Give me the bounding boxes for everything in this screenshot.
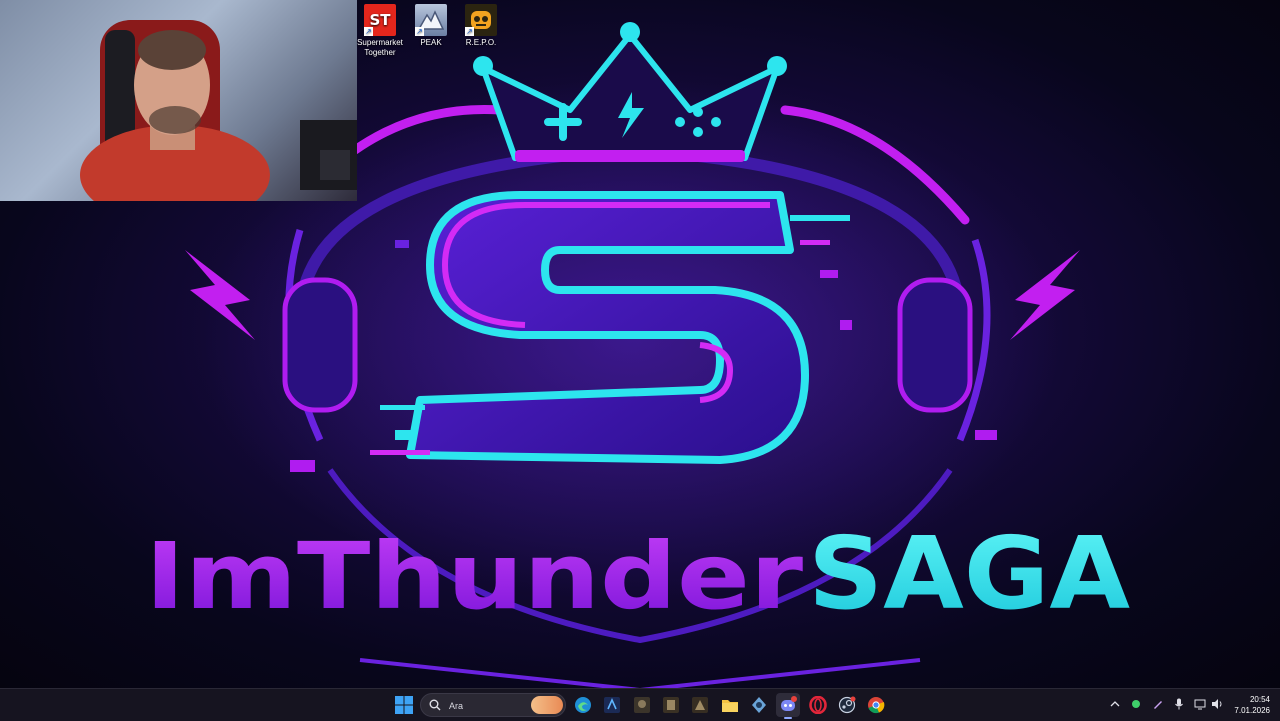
taskbar-app-game-3[interactable] <box>688 693 712 717</box>
settings-app-icon <box>752 697 766 713</box>
start-button[interactable] <box>392 693 416 717</box>
file-explorer-icon <box>722 700 738 712</box>
wallpaper-name-part1: ImThunder <box>145 523 804 630</box>
microphone-icon <box>1175 698 1183 710</box>
taskbar-app-file-explorer[interactable] <box>718 693 742 717</box>
taskbar: 20:54 7.01.2026 <box>0 688 1280 721</box>
webcam-overlay <box>0 0 357 201</box>
desktop-icon-label: PEAK <box>420 38 442 47</box>
chevron-up-icon <box>1110 701 1120 707</box>
shortcut-arrow-icon: ↗ <box>364 27 373 36</box>
crown <box>473 22 787 162</box>
desktop: ImThunder SAGA ST ↗ Supermarket Together… <box>0 0 1280 688</box>
taskbar-app-edge[interactable] <box>571 693 595 717</box>
clock-time: 20:54 <box>1249 695 1270 704</box>
pen-icon <box>1154 701 1162 709</box>
running-indicator <box>784 717 792 719</box>
network-icon <box>1194 699 1206 710</box>
taskbar-app-launcher[interactable] <box>600 693 624 717</box>
taskbar-app-discord[interactable] <box>776 693 800 719</box>
taskbar-app-game-2[interactable] <box>659 693 683 717</box>
desktop-icon-supermarket-together[interactable]: ST ↗ Supermarket Together <box>357 4 403 58</box>
search-icon <box>429 699 441 711</box>
tray-pen[interactable] <box>1151 697 1165 711</box>
edge-icon <box>575 697 591 713</box>
desktop-icon-label: R.E.P.O. <box>465 38 497 47</box>
taskbar-app-chrome[interactable] <box>864 693 888 717</box>
steam-icon <box>838 696 856 714</box>
shortcut-arrow-icon: ↗ <box>465 27 474 36</box>
desktop-icon-label: Together <box>364 48 396 57</box>
tray-network[interactable] <box>1193 697 1207 711</box>
status-dot-icon <box>1132 700 1140 708</box>
desktop-icon-repo[interactable]: ↗ R.E.P.O. <box>458 4 504 48</box>
game-app-icon-1 <box>634 697 650 713</box>
windows-logo-icon <box>395 696 413 714</box>
tray-microphone[interactable] <box>1172 697 1186 711</box>
taskbar-app-steam[interactable] <box>835 693 859 717</box>
repo-app-icon: ↗ <box>465 4 497 36</box>
taskbar-search-input[interactable] <box>447 697 531 715</box>
headphone-left-cup <box>282 277 358 413</box>
shortcut-arrow-icon: ↗ <box>415 27 424 36</box>
taskbar-app-opera[interactable] <box>806 693 830 717</box>
desktop-icon-label: Supermarket <box>357 38 403 47</box>
headphone-right-cup <box>897 277 973 413</box>
clock-date: 7.01.2026 <box>1234 706 1270 715</box>
taskbar-search-box[interactable] <box>420 693 566 717</box>
tray-status[interactable] <box>1129 697 1143 711</box>
opera-icon <box>809 696 827 714</box>
chrome-icon <box>868 697 885 714</box>
game-launcher-icon <box>604 697 620 713</box>
wallpaper-name-part2: SAGA <box>808 515 1130 632</box>
game-app-icon-2 <box>663 697 679 713</box>
discord-icon <box>781 696 797 711</box>
taskbar-app-settings[interactable] <box>747 693 771 717</box>
show-hidden-icons-button[interactable] <box>1108 697 1122 711</box>
peak-app-icon: ↗ <box>415 4 447 36</box>
desktop-icon-peak[interactable]: ↗ PEAK <box>408 4 454 48</box>
supermarket-together-app-icon: ST ↗ <box>364 4 396 36</box>
taskbar-app-game-1[interactable] <box>630 693 654 717</box>
game-app-icon-3 <box>692 697 708 713</box>
search-highlight-icon <box>531 696 563 714</box>
taskbar-clock[interactable]: 20:54 7.01.2026 <box>1220 694 1270 716</box>
